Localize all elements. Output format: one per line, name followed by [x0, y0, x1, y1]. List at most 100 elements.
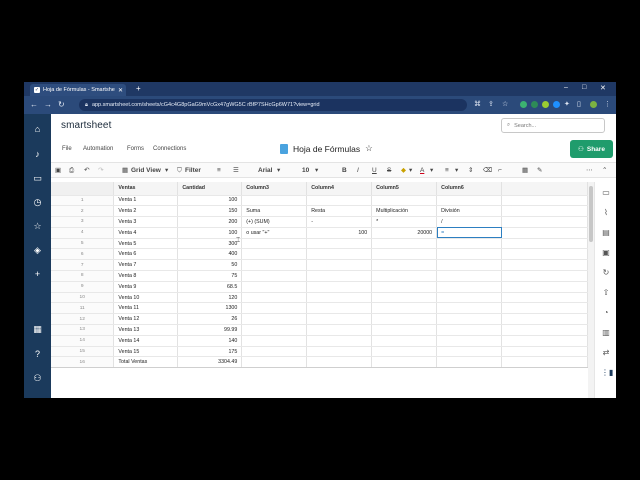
maximize-icon[interactable]: □	[582, 84, 586, 91]
redo-icon[interactable]: ↷	[98, 166, 103, 175]
grid-cell[interactable]: Total Ventas	[113, 356, 179, 369]
row-number[interactable]: 16	[51, 356, 115, 369]
row-number[interactable]: 8	[51, 270, 115, 282]
grid-cell[interactable]: Venta 12	[113, 313, 179, 326]
undo-icon[interactable]: ↶	[84, 166, 89, 175]
grid-cell[interactable]	[501, 270, 588, 282]
grid-cell[interactable]	[371, 346, 438, 358]
grid-cell[interactable]: 26	[177, 313, 243, 326]
menu-forms[interactable]: Forms	[127, 146, 144, 152]
fill-chevron-icon[interactable]: ▾	[409, 166, 412, 175]
vertical-align-icon[interactable]: ⇕	[468, 166, 473, 175]
grid-cell[interactable]: -	[306, 216, 373, 228]
grid-view-icon[interactable]: ▦	[122, 166, 128, 175]
menu-automation[interactable]: Automation	[83, 146, 113, 152]
row-number[interactable]: 14	[51, 335, 115, 347]
underline-icon[interactable]: U	[372, 166, 377, 175]
sheet-title[interactable]: Hoja de Fórmulas	[293, 144, 360, 154]
tab-close-icon[interactable]: ✕	[118, 87, 126, 94]
grid-cell[interactable]	[306, 302, 373, 315]
grid-cell[interactable]: Resta	[306, 205, 373, 218]
grid-cell[interactable]	[436, 270, 503, 282]
grid-cell[interactable]: 175	[177, 346, 243, 358]
grid-cell[interactable]	[306, 281, 373, 293]
row-number[interactable]: 1	[51, 195, 115, 207]
favorite-star-icon[interactable]: ☆	[365, 143, 373, 154]
translate-icon[interactable]: ⌘	[474, 100, 481, 108]
extension-icon[interactable]	[531, 101, 538, 108]
grid-cell[interactable]	[436, 356, 503, 369]
grid-cell[interactable]: 20000	[371, 227, 438, 239]
grid-cell[interactable]: Venta 8	[113, 270, 179, 282]
grid-cell[interactable]	[501, 227, 588, 239]
grid-cell[interactable]	[501, 324, 588, 336]
recent-clock-icon[interactable]: ◷	[32, 197, 43, 208]
row-number[interactable]: 7	[51, 259, 115, 272]
grid-cell[interactable]: /	[436, 216, 503, 228]
column-header[interactable]: Column4	[306, 182, 373, 196]
italic-icon[interactable]: I	[357, 166, 359, 175]
row-number[interactable]: 5	[51, 238, 115, 250]
grid-cell[interactable]	[241, 270, 308, 282]
grid-cell[interactable]	[241, 346, 308, 358]
row-number[interactable]: 12	[51, 313, 115, 326]
more-icon[interactable]: ⋯	[586, 166, 593, 175]
fill-color-icon[interactable]: ◆	[401, 166, 406, 175]
grid-cell[interactable]: 400	[177, 248, 243, 261]
grid-cell[interactable]: Suma	[241, 205, 308, 218]
url-field[interactable]: 🔒︎ app.smartsheet.com/sheets/cG4c4G8pGaG…	[79, 99, 467, 111]
view-chevron-icon[interactable]: ▾	[165, 166, 168, 175]
grid-cell[interactable]	[306, 335, 373, 347]
menu-file[interactable]: File	[62, 146, 72, 152]
grid-cell[interactable]	[436, 313, 503, 326]
grid-cell[interactable]	[306, 248, 373, 261]
grid-cell[interactable]	[501, 346, 588, 358]
summary-icon[interactable]: ▣	[601, 248, 611, 258]
home-icon[interactable]: ⌂	[32, 124, 43, 135]
grid-cell[interactable]	[306, 313, 373, 326]
grid-cell[interactable]	[436, 302, 503, 315]
grid-cell[interactable]: 100	[177, 195, 243, 207]
filter-icon[interactable]: ⛉	[177, 166, 182, 175]
help-icon[interactable]: ?	[32, 349, 43, 360]
back-icon[interactable]: ←	[30, 100, 38, 109]
forms-panel-icon[interactable]: ▥	[601, 328, 611, 338]
column-header[interactable]: Cantidad	[177, 182, 243, 196]
grid-cell[interactable]: Venta 15	[113, 346, 179, 358]
grid-cell[interactable]	[501, 259, 588, 272]
grid-cell[interactable]: Venta 1	[113, 195, 179, 207]
size-chevron-icon[interactable]: ▾	[315, 166, 318, 175]
row-number[interactable]: 10	[51, 292, 115, 304]
grid-cell[interactable]	[241, 313, 308, 326]
grid-cell[interactable]: 150	[177, 205, 243, 218]
smartsheet-logo[interactable]: smartsheet	[61, 120, 111, 131]
grid-cell[interactable]: División	[436, 205, 503, 218]
grid-cell[interactable]	[501, 195, 588, 207]
clear-format-icon[interactable]: ⌫	[483, 166, 492, 175]
grid-cell[interactable]	[371, 238, 438, 250]
grid-cell[interactable]	[501, 313, 588, 326]
row-number[interactable]: 3	[51, 216, 115, 228]
column-header[interactable]: Column3	[241, 182, 308, 196]
grid-cell[interactable]	[306, 195, 373, 207]
grid-cell[interactable]: Venta 4	[113, 227, 179, 239]
grid-cell[interactable]: Venta 7	[113, 259, 179, 272]
search-input[interactable]: ⌕ Search...	[501, 118, 605, 133]
grid-cell[interactable]	[371, 292, 438, 304]
grid-cell[interactable]	[501, 281, 588, 293]
grid-cell[interactable]	[501, 335, 588, 347]
text-color-chevron-icon[interactable]: ▾	[430, 166, 433, 175]
window-close-icon[interactable]: ✕	[600, 84, 606, 92]
extension-icon[interactable]	[542, 101, 549, 108]
grid-cell[interactable]	[241, 324, 308, 336]
grid-cell[interactable]	[436, 292, 503, 304]
align-left-icon[interactable]: ≡	[445, 166, 449, 175]
grid-cell[interactable]: 75	[177, 270, 243, 282]
grid-cell[interactable]	[371, 270, 438, 282]
row-number[interactable]: 6	[51, 248, 115, 261]
row-number[interactable]: 4	[51, 227, 115, 239]
grid-cell[interactable]	[241, 281, 308, 293]
grid-cell[interactable]	[371, 259, 438, 272]
paint-format-icon[interactable]: ⌐	[498, 166, 502, 175]
grid-cell[interactable]: 50	[177, 259, 243, 272]
